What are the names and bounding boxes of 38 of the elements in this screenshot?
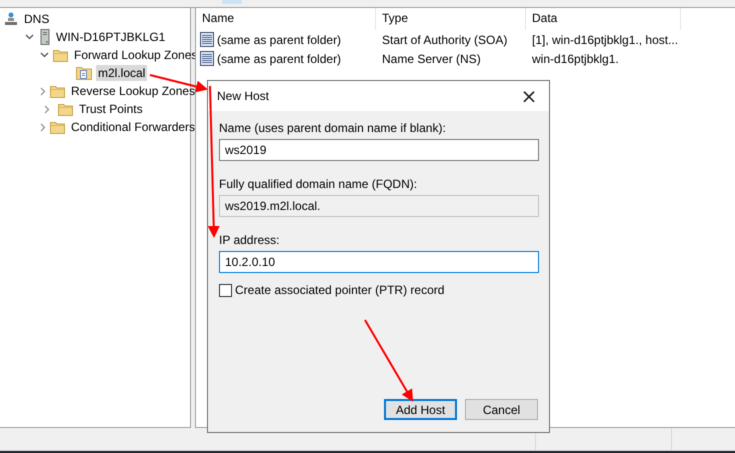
column-header[interactable]: Data (526, 8, 681, 30)
table-cell: [1], win-d16ptjbklg1., host... (532, 32, 678, 46)
zone-folder-icon (76, 66, 92, 80)
input-field[interactable]: 10.2.0.10 (219, 251, 539, 273)
table-cell: Name Server (NS) (382, 52, 481, 66)
tree-item[interactable]: WIN-D16PTJBKLG1 (54, 29, 168, 45)
collapse-chevron-icon[interactable] (40, 52, 49, 58)
cancel-button[interactable]: Cancel (465, 399, 538, 420)
checkbox-label: Create associated pointer (PTR) record (235, 283, 444, 297)
folder-icon (58, 102, 73, 116)
dns-server-icon (4, 12, 18, 26)
checkbox[interactable] (219, 284, 232, 296)
tree-item[interactable]: Reverse Lookup Zones (69, 83, 198, 99)
column-header[interactable]: Name (196, 8, 376, 30)
input-field[interactable]: ws2019 (219, 139, 539, 161)
column-header[interactable]: Type (376, 8, 526, 30)
tree-item[interactable]: m2l.local (96, 65, 148, 81)
tree-item[interactable]: DNS (22, 11, 52, 27)
tree-item[interactable]: Trust Points (77, 101, 145, 117)
tree-item[interactable]: Conditional Forwarders (69, 119, 198, 135)
dialog-title: New Host (217, 89, 270, 103)
record-icon (200, 51, 214, 66)
folder-icon (53, 48, 68, 62)
table-cell: (same as parent folder) (217, 32, 342, 46)
field-label: Name (uses parent domain name if blank): (219, 121, 447, 135)
record-icon (200, 32, 214, 47)
expand-chevron-icon[interactable] (40, 86, 46, 96)
server-icon (40, 29, 50, 45)
expand-chevron-icon[interactable] (40, 122, 46, 132)
folder-icon (50, 120, 65, 134)
table-cell: win-d16ptjbklg1. (532, 52, 619, 66)
folder-icon (50, 84, 65, 98)
field-label: IP address: (219, 233, 280, 247)
add-host-button[interactable]: Add Host (384, 399, 457, 420)
field-label: Fully qualified domain name (FQDN): (219, 177, 418, 191)
close-button[interactable]: × (509, 81, 549, 111)
table-cell: (same as parent folder) (217, 52, 342, 66)
table-cell: Start of Authority (SOA) (382, 32, 508, 46)
